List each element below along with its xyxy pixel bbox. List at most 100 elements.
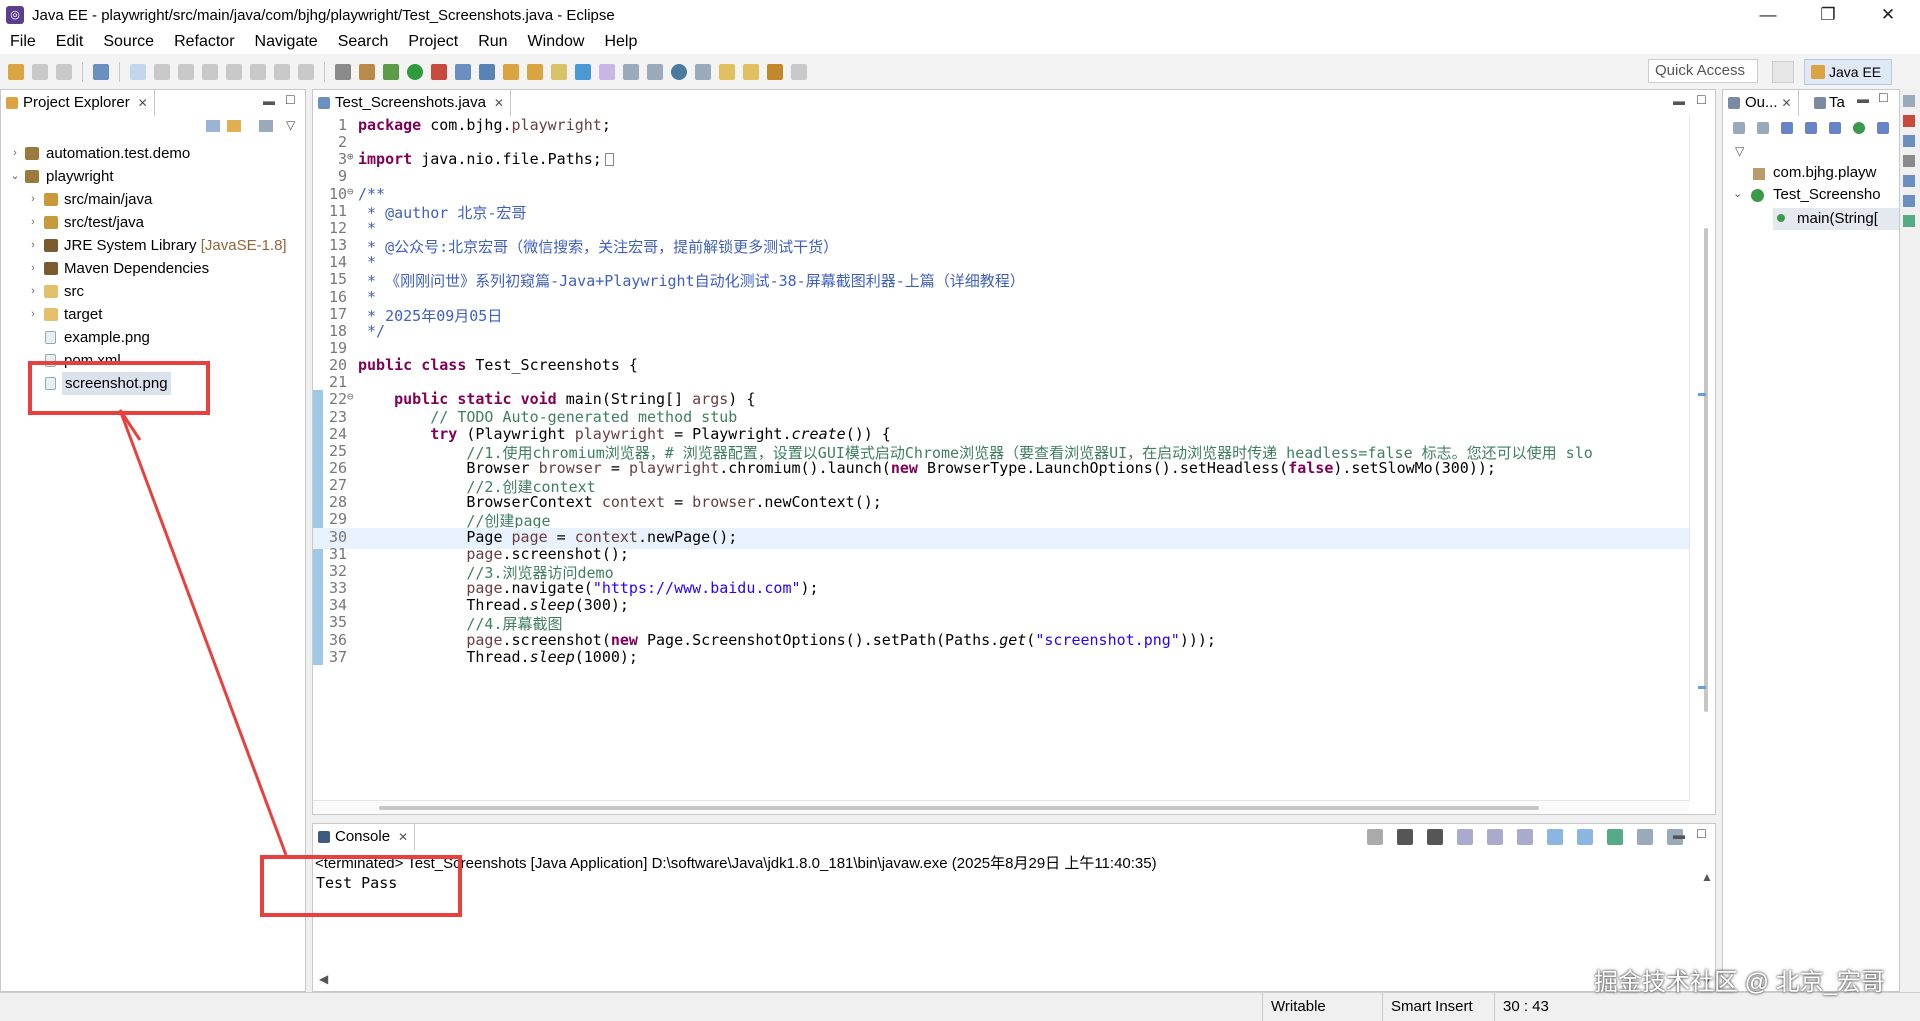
- menu-help[interactable]: Help: [594, 33, 647, 51]
- close-button[interactable]: ✕: [1860, 0, 1916, 30]
- menu-search[interactable]: Search: [328, 33, 399, 51]
- show-whitespace-icon[interactable]: [647, 64, 663, 80]
- menu-navigate[interactable]: Navigate: [245, 33, 328, 51]
- data-source-icon[interactable]: [1903, 175, 1915, 187]
- minimize-view-icon[interactable]: ▬: [1857, 92, 1869, 106]
- tree-item[interactable]: pom.xml: [1, 349, 301, 372]
- menu-edit[interactable]: Edit: [46, 33, 94, 51]
- toggle-block-icon[interactable]: [623, 64, 639, 80]
- tree-item[interactable]: › src/test/java: [1, 211, 301, 234]
- link-with-editor-icon[interactable]: [227, 120, 241, 132]
- tree-item[interactable]: › JRE System Library [JavaSE-1.8]: [1, 234, 301, 257]
- close-tab-icon[interactable]: ✕: [1781, 90, 1791, 116]
- suspend-icon[interactable]: [178, 64, 194, 80]
- menu-file[interactable]: File: [0, 33, 46, 51]
- next-annotation-icon[interactable]: [719, 64, 735, 80]
- coverage-icon[interactable]: [431, 64, 447, 80]
- problems-icon[interactable]: [1903, 215, 1915, 227]
- tree-item[interactable]: example.png: [1, 326, 301, 349]
- tree-item[interactable]: › Maven Dependencies: [1, 257, 301, 280]
- pin-console-icon[interactable]: [1607, 829, 1623, 845]
- maximize-view-icon[interactable]: ☐: [285, 93, 296, 107]
- annotation-icon[interactable]: [695, 64, 711, 80]
- open-console-icon[interactable]: [93, 64, 109, 80]
- view-menu-icon[interactable]: ▽: [286, 118, 295, 132]
- sort-icon[interactable]: [1757, 122, 1769, 134]
- new-java-project-icon[interactable]: [479, 64, 495, 80]
- minimize-button[interactable]: —: [1740, 0, 1796, 30]
- filter-icon[interactable]: [259, 120, 273, 132]
- horizontal-scrollbar[interactable]: [379, 806, 1539, 810]
- vertical-scrollbar[interactable]: [1704, 228, 1708, 712]
- ruler-marker[interactable]: [1698, 686, 1706, 689]
- search-icon[interactable]: [551, 64, 567, 80]
- toggle-mark-icon[interactable]: [575, 64, 591, 80]
- code-area[interactable]: 1 package com.bjhg.playwright; 2 3 ⊕ import j…: [313, 116, 1689, 800]
- close-tab-icon[interactable]: ✕: [494, 90, 504, 116]
- properties-icon[interactable]: [1903, 135, 1915, 147]
- word-wrap-icon[interactable]: [1517, 829, 1533, 845]
- back-icon[interactable]: [767, 64, 783, 80]
- tree-item[interactable]: › automation.test.demo: [1, 142, 301, 165]
- markers-icon[interactable]: [1903, 115, 1915, 127]
- remove-all-icon[interactable]: [1427, 829, 1443, 845]
- show-stderr-icon[interactable]: [1577, 829, 1593, 845]
- tools-icon[interactable]: [359, 64, 375, 80]
- ruler-marker[interactable]: [1698, 393, 1706, 396]
- hide-local-types-icon[interactable]: [1853, 122, 1865, 134]
- open-type-icon[interactable]: [527, 64, 543, 80]
- close-tab-icon[interactable]: ✕: [398, 824, 408, 850]
- tab-task-list[interactable]: Ta: [1809, 90, 1853, 116]
- tab-test-screenshots-java[interactable]: Test_Screenshots.java ✕: [313, 90, 511, 116]
- open-perspective-icon[interactable]: [1772, 61, 1794, 83]
- terminate-icon[interactable]: [202, 64, 218, 80]
- edit-icon[interactable]: [599, 64, 615, 80]
- save-all-icon[interactable]: [56, 64, 72, 80]
- hide-static-icon[interactable]: [1805, 122, 1817, 134]
- maximize-button[interactable]: ❐: [1800, 0, 1856, 30]
- terminate-icon[interactable]: [1367, 829, 1383, 845]
- servers-icon[interactable]: [335, 64, 351, 80]
- collapse-icon[interactable]: [1733, 122, 1745, 134]
- show-stdout-icon[interactable]: [1547, 829, 1563, 845]
- menu-refactor[interactable]: Refactor: [164, 33, 244, 51]
- display-console-icon[interactable]: [1637, 829, 1653, 845]
- new-package-icon[interactable]: [503, 64, 519, 80]
- tab-project-explorer[interactable]: Project Explorer ✕: [1, 90, 155, 116]
- scroll-left-icon[interactable]: ◀: [319, 972, 328, 986]
- clear-console-icon[interactable]: [1457, 829, 1473, 845]
- web-browser-icon[interactable]: [671, 64, 687, 80]
- tree-item[interactable]: › src/main/java: [1, 188, 301, 211]
- close-tab-icon[interactable]: ✕: [138, 90, 148, 116]
- disconnect-icon[interactable]: [226, 64, 242, 80]
- step-into-icon[interactable]: [250, 64, 266, 80]
- hide-nonpublic-icon[interactable]: [1829, 122, 1841, 134]
- tab-outline[interactable]: Ou... ✕: [1723, 90, 1799, 116]
- code-line[interactable]: 37 Thread.sleep(1000);: [313, 648, 1689, 669]
- save-icon[interactable]: [32, 64, 48, 80]
- tree-item-selected[interactable]: screenshot.png: [1, 372, 301, 395]
- skip-breakpoints-icon[interactable]: [130, 64, 146, 80]
- forward-icon[interactable]: [791, 64, 807, 80]
- resume-icon[interactable]: [154, 64, 170, 80]
- perspective-java-ee-button[interactable]: Java EE: [1804, 59, 1892, 85]
- view-menu-icon[interactable]: ▽: [1735, 144, 1744, 158]
- run-icon[interactable]: [407, 64, 423, 80]
- tree-item[interactable]: ⌄ playwright: [1, 165, 301, 188]
- hide-fields-icon[interactable]: [1781, 122, 1793, 134]
- minimize-view-icon[interactable]: ▬: [1673, 94, 1685, 108]
- step-over-icon[interactable]: [274, 64, 290, 80]
- new-icon[interactable]: [8, 64, 24, 80]
- minimize-view-icon[interactable]: ▬: [1673, 828, 1685, 842]
- debug-icon[interactable]: [383, 64, 399, 80]
- scroll-lock-icon[interactable]: [1487, 829, 1503, 845]
- quick-access-input[interactable]: Quick Access: [1648, 59, 1758, 83]
- tree-item[interactable]: › target: [1, 303, 301, 326]
- prev-annotation-icon[interactable]: [743, 64, 759, 80]
- snippets-icon[interactable]: [1903, 195, 1915, 207]
- servers-icon[interactable]: [1903, 155, 1915, 167]
- minimize-view-icon[interactable]: ▬: [263, 94, 275, 108]
- outline-item-method[interactable]: main(String[: [1773, 208, 1899, 230]
- tab-console[interactable]: Console ✕: [313, 824, 416, 850]
- console-output[interactable]: Test Pass: [316, 874, 397, 892]
